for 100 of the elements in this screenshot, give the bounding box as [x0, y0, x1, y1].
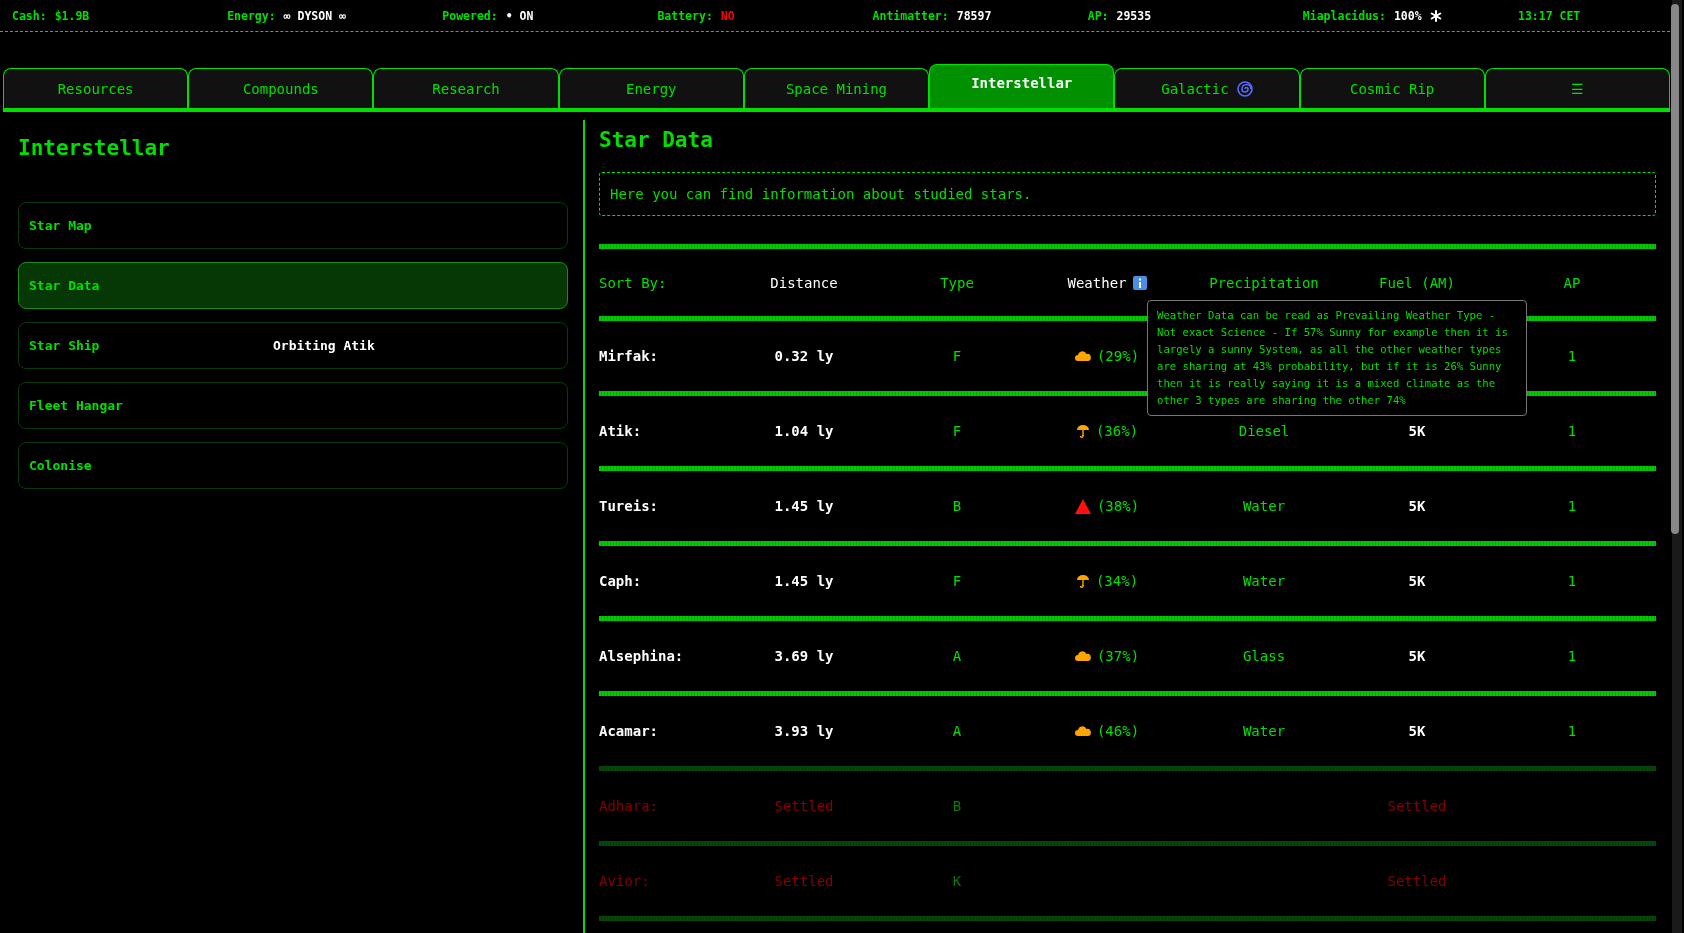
sidebar-title: Interstellar [18, 136, 171, 160]
type-cell: K [952, 873, 962, 889]
ap-cell: 1 [1567, 573, 1577, 589]
page-title: Star Data [599, 128, 714, 152]
fuel-cell: 5K [1408, 648, 1426, 664]
distance-cell: Settled [774, 798, 834, 814]
type-cell: F [952, 348, 962, 364]
sidebar-item[interactable]: Star Map [18, 202, 568, 249]
nav-tab[interactable]: Research [373, 68, 559, 108]
sort-option[interactable]: AP [1563, 274, 1581, 291]
precipitation-cell: Diesel [1238, 423, 1290, 439]
sort-option[interactable]: Weather [1067, 274, 1127, 291]
weather-cell: (37%) [1096, 648, 1140, 664]
type-cell: F [952, 573, 962, 589]
weather-cell: (36%) [1095, 423, 1139, 439]
type-cell: A [952, 648, 962, 664]
stat-value: 78597 [956, 8, 992, 23]
fuel-cell: Settled [1387, 873, 1447, 889]
stat-value: ∞ DYSON ∞ [283, 8, 346, 23]
star-name: Atik: [599, 423, 643, 439]
distance-cell: Settled [774, 873, 834, 889]
distance-cell: 3.93 ly [774, 723, 834, 739]
stat-label: Powered: [442, 8, 498, 23]
precipitation-cell: Water [1242, 498, 1286, 514]
type-cell: B [952, 498, 962, 514]
stat-label: Antimatter: [872, 8, 949, 23]
weather-cell: (46%) [1096, 723, 1140, 739]
nav-tab[interactable]: Energy [558, 68, 744, 108]
ap-cell: 1 [1567, 498, 1577, 514]
distance-cell: 3.69 ly [774, 648, 834, 664]
description-box: Here you can find information about studied stars. [599, 172, 1656, 216]
type-cell: B [952, 798, 962, 814]
nav-tab[interactable]: Resources [3, 68, 189, 108]
distance-cell: 1.45 ly [774, 498, 834, 514]
sidebar-item-label: Star Ship [29, 338, 101, 353]
weather-tooltip: Weather Data can be read as Prevailing Weather Type - Not exact Science - If 57% Sunny for example then it is largely a sunny System, as all the other weather types are sharing at 43% probability, but if it is 26% Sunny then it is really saying it is a mixed climate as the other 3 types are sharing the other 74% [1147, 300, 1527, 416]
sort-option[interactable]: Fuel (AM) [1379, 274, 1455, 291]
weather-cell: (38%) [1096, 498, 1140, 514]
fuel-cell: 5K [1408, 423, 1426, 439]
precipitation-cell: Water [1242, 573, 1286, 589]
weather-cell: (34%) [1095, 573, 1139, 589]
fuel-cell: 5K [1408, 498, 1426, 514]
sidebar-item-label: Fleet Hangar [29, 398, 124, 413]
precipitation-cell: Glass [1242, 648, 1286, 664]
star-name: Acamar: [599, 723, 659, 739]
star-name: Avior: [599, 873, 651, 889]
stat-value: $1.9B [54, 8, 90, 23]
distance-cell: 1.45 ly [774, 573, 834, 589]
sidebar-item[interactable]: Colonise [18, 442, 568, 489]
ap-cell: 1 [1567, 648, 1577, 664]
star-name: Tureis: [599, 498, 659, 514]
nav-tab[interactable]: Cosmic Rip [1299, 68, 1485, 108]
nav-tab[interactable]: ☰ [1484, 68, 1670, 108]
sidebar-item-label: Colonise [29, 458, 93, 473]
nav-tab[interactable]: Compounds [188, 68, 374, 108]
sidebar-item[interactable]: Star Ship Orbiting Atik [18, 322, 568, 369]
clock-time: 13:17 CET [1518, 8, 1582, 23]
sort-option[interactable]: Type [940, 274, 974, 291]
cloud-icon [1074, 726, 1091, 736]
nav-tab[interactable]: Interstellar [929, 64, 1115, 108]
distance-cell: 0.32 ly [774, 348, 834, 364]
sort-option[interactable]: Distance [770, 274, 838, 291]
distance-cell: 1.04 ly [774, 423, 834, 439]
ap-cell: 1 [1567, 348, 1577, 364]
asterisk-icon [1429, 9, 1442, 22]
nav-tab[interactable]: Space Mining [743, 68, 930, 108]
spiral-icon [1236, 80, 1253, 97]
ship-status: Orbiting Atik [273, 338, 375, 353]
sort-option[interactable]: Precipitation [1209, 274, 1319, 291]
fuel-cell: 5K [1408, 573, 1426, 589]
ap-cell: 1 [1567, 723, 1577, 739]
stat-value: 100% [1393, 8, 1422, 23]
type-cell: F [952, 423, 962, 439]
weather-cell: (29%) [1096, 348, 1140, 364]
stat-label: Battery: [657, 8, 713, 23]
star-name: Alsephina: [599, 648, 685, 664]
star-name: Caph: [599, 573, 643, 589]
cloud-icon [1074, 651, 1091, 661]
stat-value: NO [720, 8, 735, 23]
nav-tab[interactable]: Galactic [1114, 68, 1300, 108]
stat-label: AP: [1087, 8, 1109, 23]
sidebar-item-label: Star Map [29, 218, 93, 233]
umbrella-icon [1075, 574, 1090, 588]
star-name: Mirfak: [599, 348, 659, 364]
fuel-cell: 5K [1408, 723, 1426, 739]
precipitation-cell: Water [1242, 723, 1286, 739]
sidebar-item[interactable]: Fleet Hangar [18, 382, 568, 429]
star-name: Adhara: [599, 798, 659, 814]
sidebar-item-label: Star Data [29, 278, 101, 293]
fuel-cell: Settled [1387, 798, 1447, 814]
stat-label: Energy: [227, 8, 276, 23]
cloud-icon [1074, 351, 1091, 361]
stat-label: Miaplacidus: [1302, 8, 1386, 23]
info-icon[interactable] [1132, 275, 1147, 290]
warning-triangle-icon [1074, 498, 1091, 514]
umbrella-icon [1075, 424, 1090, 438]
type-cell: A [952, 723, 962, 739]
sort-label: Sort By: [599, 274, 668, 291]
scrollbar[interactable] [1672, 0, 1682, 933]
sidebar-item[interactable]: Star Data [18, 262, 568, 309]
